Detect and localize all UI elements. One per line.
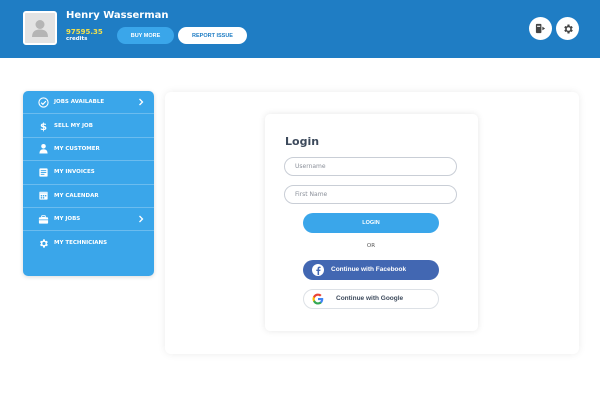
google-icon — [312, 293, 324, 305]
invoice-icon — [37, 166, 49, 178]
facebook-icon — [312, 264, 324, 276]
sidebar-item-my-technicians[interactable]: MY TECHNICIANS — [23, 231, 154, 254]
check-circle-icon — [37, 96, 49, 108]
username-input[interactable] — [284, 157, 457, 176]
sidebar-item-label: SELL MY JOB — [54, 122, 93, 129]
continue-with-facebook-button[interactable]: Continue with Facebook — [303, 260, 439, 280]
briefcase-icon — [37, 213, 49, 225]
sidebar-item-label: MY TECHNICIANS — [54, 240, 108, 247]
calendar-icon — [37, 190, 49, 202]
login-button[interactable]: LOGIN — [303, 213, 439, 233]
sidebar-item-label: MY CUSTOMER — [54, 145, 100, 152]
credits-amount: 97595.35 — [66, 28, 103, 36]
sidebar-item-my-customer[interactable]: MY CUSTOMER — [23, 138, 154, 162]
sidebar-item-label: JOBS AVAILABLE — [54, 99, 105, 106]
person-icon — [37, 143, 49, 155]
sidebar-item-label: MY CALENDAR — [54, 192, 99, 199]
sidebar-item-my-calendar[interactable]: MY CALENDAR — [23, 185, 154, 208]
user-placeholder-icon — [25, 13, 55, 43]
buy-more-button[interactable]: BUY MORE — [117, 27, 174, 44]
dollar-icon: $ — [37, 120, 49, 132]
gear-icon — [37, 237, 49, 249]
settings-gear-icon — [563, 24, 573, 33]
sidebar-item-my-jobs[interactable]: MY JOBS — [23, 208, 154, 232]
sidebar-item-jobs-available[interactable]: JOBS AVAILABLE — [23, 91, 154, 115]
svg-text:$: $ — [39, 122, 46, 132]
top-header: Henry Wasserman 97595.35 credits BUY MOR… — [0, 0, 600, 58]
user-name: Henry Wasserman — [66, 10, 169, 21]
switch-account-button[interactable] — [529, 17, 552, 40]
settings-button[interactable] — [556, 17, 579, 40]
login-title: Login — [285, 135, 320, 148]
sidebar-item-sell-my-job[interactable]: $ SELL MY JOB — [23, 114, 154, 138]
google-button-label: Continue with Google — [336, 295, 404, 302]
report-issue-button[interactable]: REPORT ISSUE — [178, 27, 247, 44]
facebook-button-label: Continue with Facebook — [331, 266, 407, 273]
sidebar-item-label: MY JOBS — [54, 216, 81, 223]
avatar[interactable] — [23, 11, 57, 45]
sidebar-item-my-invoices[interactable]: MY INVOICES — [23, 161, 154, 185]
chevron-right-icon — [139, 215, 144, 223]
continue-with-google-button[interactable]: Continue with Google — [303, 289, 439, 309]
sidebar-item-label: MY INVOICES — [54, 169, 95, 176]
credits-label: credits — [66, 36, 88, 42]
first-name-input[interactable] — [284, 185, 457, 204]
or-divider-text: OR — [366, 243, 376, 249]
switch-account-icon — [535, 23, 546, 34]
sidebar-nav: JOBS AVAILABLE $ SELL MY JOB MY CUSTOMER… — [23, 91, 154, 276]
chevron-right-icon — [139, 98, 144, 106]
